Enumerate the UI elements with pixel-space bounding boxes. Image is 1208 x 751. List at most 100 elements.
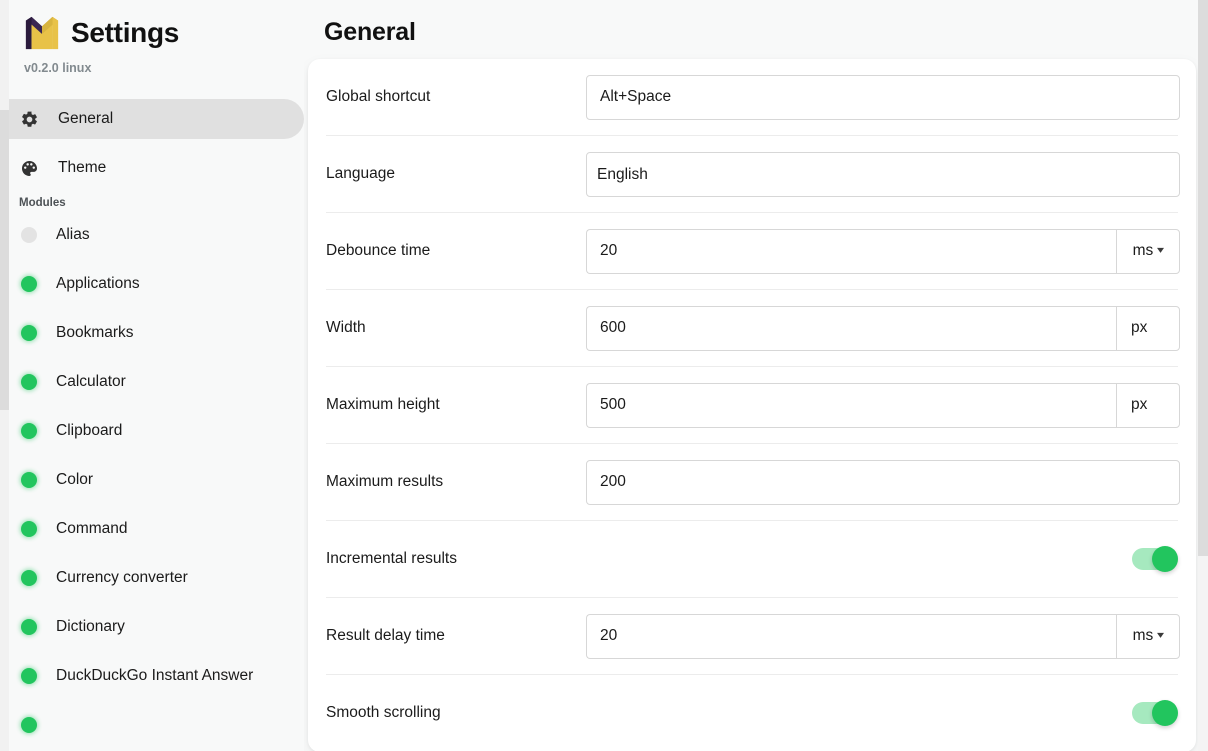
sidebar-item-label: Currency converter (56, 569, 188, 587)
gear-icon (19, 109, 39, 129)
sidebar-scrollbar-thumb[interactable] (0, 110, 9, 410)
setting-label: Smooth scrolling (326, 704, 586, 722)
sidebar-item-general[interactable]: General (9, 99, 304, 139)
status-dot-icon (21, 276, 37, 292)
sidebar-item-next-partial[interactable] (9, 705, 304, 745)
sidebar-item-label: Alias (56, 226, 90, 244)
sidebar-item-label: Applications (56, 275, 140, 293)
sidebar-section-modules: Modules (19, 197, 304, 209)
debounce-time-input[interactable] (586, 229, 1116, 274)
setting-row-width: Width px (326, 290, 1178, 367)
sidebar-item-applications[interactable]: Applications (9, 264, 304, 304)
setting-control (586, 460, 1180, 505)
setting-control (586, 75, 1180, 120)
setting-control: ms ▾ (586, 614, 1180, 659)
setting-label: Language (326, 165, 586, 183)
toggle-knob (1152, 700, 1178, 726)
main-scrollbar-thumb[interactable] (1198, 0, 1208, 556)
status-dot-icon (21, 717, 37, 733)
debounce-time-unit-select[interactable]: ms ▾ (1116, 229, 1180, 274)
sidebar-item-clipboard[interactable]: Clipboard (9, 411, 304, 451)
sidebar-item-dictionary[interactable]: Dictionary (9, 607, 304, 647)
toggle-knob (1152, 546, 1178, 572)
setting-row-global-shortcut: Global shortcut (326, 59, 1178, 136)
setting-control (586, 548, 1178, 570)
setting-label: Maximum height (326, 396, 586, 414)
status-dot-icon (21, 423, 37, 439)
unit-label: ms (1133, 627, 1154, 645)
brand: Settings (9, 0, 304, 52)
sidebar-content: Settings v0.2.0 linux General (0, 0, 304, 751)
setting-label: Global shortcut (326, 88, 586, 106)
setting-label: Result delay time (326, 627, 586, 645)
width-unit: px (1116, 306, 1180, 351)
status-dot-icon (21, 227, 37, 243)
sidebar-item-label: Dictionary (56, 618, 125, 636)
global-shortcut-input[interactable] (586, 75, 1180, 120)
settings-window: Settings v0.2.0 linux General (0, 0, 1208, 751)
sidebar-item-command[interactable]: Command (9, 509, 304, 549)
debounce-time-combo: ms ▾ (586, 229, 1180, 274)
sidebar-item-theme[interactable]: Theme (9, 148, 304, 188)
sidebar: Settings v0.2.0 linux General (0, 0, 304, 751)
width-combo: px (586, 306, 1180, 351)
sidebar-item-label: General (58, 110, 113, 128)
palette-icon (19, 158, 39, 178)
app-title: Settings (71, 19, 179, 47)
setting-label: Maximum results (326, 473, 586, 491)
sidebar-item-label: DuckDuckGo Instant Answer (56, 667, 253, 685)
setting-label: Width (326, 319, 586, 337)
sidebar-item-label: Clipboard (56, 422, 122, 440)
setting-row-debounce-time: Debounce time ms ▾ (326, 213, 1178, 290)
unit-label: px (1131, 396, 1147, 414)
sidebar-item-color[interactable]: Color (9, 460, 304, 500)
setting-row-incremental-results: Incremental results (326, 521, 1178, 598)
main-panel: General Global shortcut Language English… (304, 0, 1208, 751)
maximum-height-combo: px (586, 383, 1180, 428)
sidebar-item-duckduckgo-instant-answer[interactable]: DuckDuckGo Instant Answer (9, 656, 304, 696)
setting-control (586, 702, 1178, 724)
incremental-results-toggle[interactable] (1132, 548, 1176, 570)
setting-control: ms ▾ (586, 229, 1180, 274)
sidebar-nav: General Theme (9, 99, 304, 188)
sidebar-item-alias[interactable]: Alias (9, 215, 304, 255)
settings-card: Global shortcut Language English Debounc… (308, 59, 1196, 751)
setting-label: Incremental results (326, 550, 586, 568)
maximum-results-input[interactable] (586, 460, 1180, 505)
sidebar-item-label: Command (56, 520, 128, 538)
sidebar-item-calculator[interactable]: Calculator (9, 362, 304, 402)
result-delay-time-unit-select[interactable]: ms ▾ (1116, 614, 1180, 659)
status-dot-icon (21, 374, 37, 390)
unit-label: ms (1133, 242, 1154, 260)
chevron-down-icon: ▾ (1157, 246, 1164, 256)
setting-row-smooth-scrolling: Smooth scrolling (326, 675, 1178, 751)
setting-row-result-delay-time: Result delay time ms ▾ (326, 598, 1178, 675)
status-dot-icon (21, 521, 37, 537)
language-select[interactable]: English (586, 152, 1180, 197)
sidebar-item-currency-converter[interactable]: Currency converter (9, 558, 304, 598)
m-logo-icon (23, 14, 61, 52)
width-input[interactable] (586, 306, 1116, 351)
sidebar-item-label: Theme (58, 159, 106, 177)
setting-control: px (586, 306, 1180, 351)
page-title: General (304, 0, 1208, 47)
maximum-height-input[interactable] (586, 383, 1116, 428)
status-dot-icon (21, 668, 37, 684)
result-delay-time-combo: ms ▾ (586, 614, 1180, 659)
unit-label: px (1131, 319, 1147, 337)
sidebar-item-bookmarks[interactable]: Bookmarks (9, 313, 304, 353)
app-version: v0.2.0 linux (9, 61, 304, 75)
smooth-scrolling-toggle[interactable] (1132, 702, 1176, 724)
setting-row-maximum-results: Maximum results (326, 444, 1178, 521)
sidebar-item-label: Calculator (56, 373, 126, 391)
result-delay-time-input[interactable] (586, 614, 1116, 659)
status-dot-icon (21, 472, 37, 488)
setting-control: px (586, 383, 1180, 428)
status-dot-icon (21, 570, 37, 586)
chevron-down-icon: ▾ (1157, 631, 1164, 641)
setting-row-maximum-height: Maximum height px (326, 367, 1178, 444)
status-dot-icon (21, 619, 37, 635)
setting-label: Debounce time (326, 242, 586, 260)
status-dot-icon (21, 325, 37, 341)
setting-control: English (586, 152, 1180, 197)
